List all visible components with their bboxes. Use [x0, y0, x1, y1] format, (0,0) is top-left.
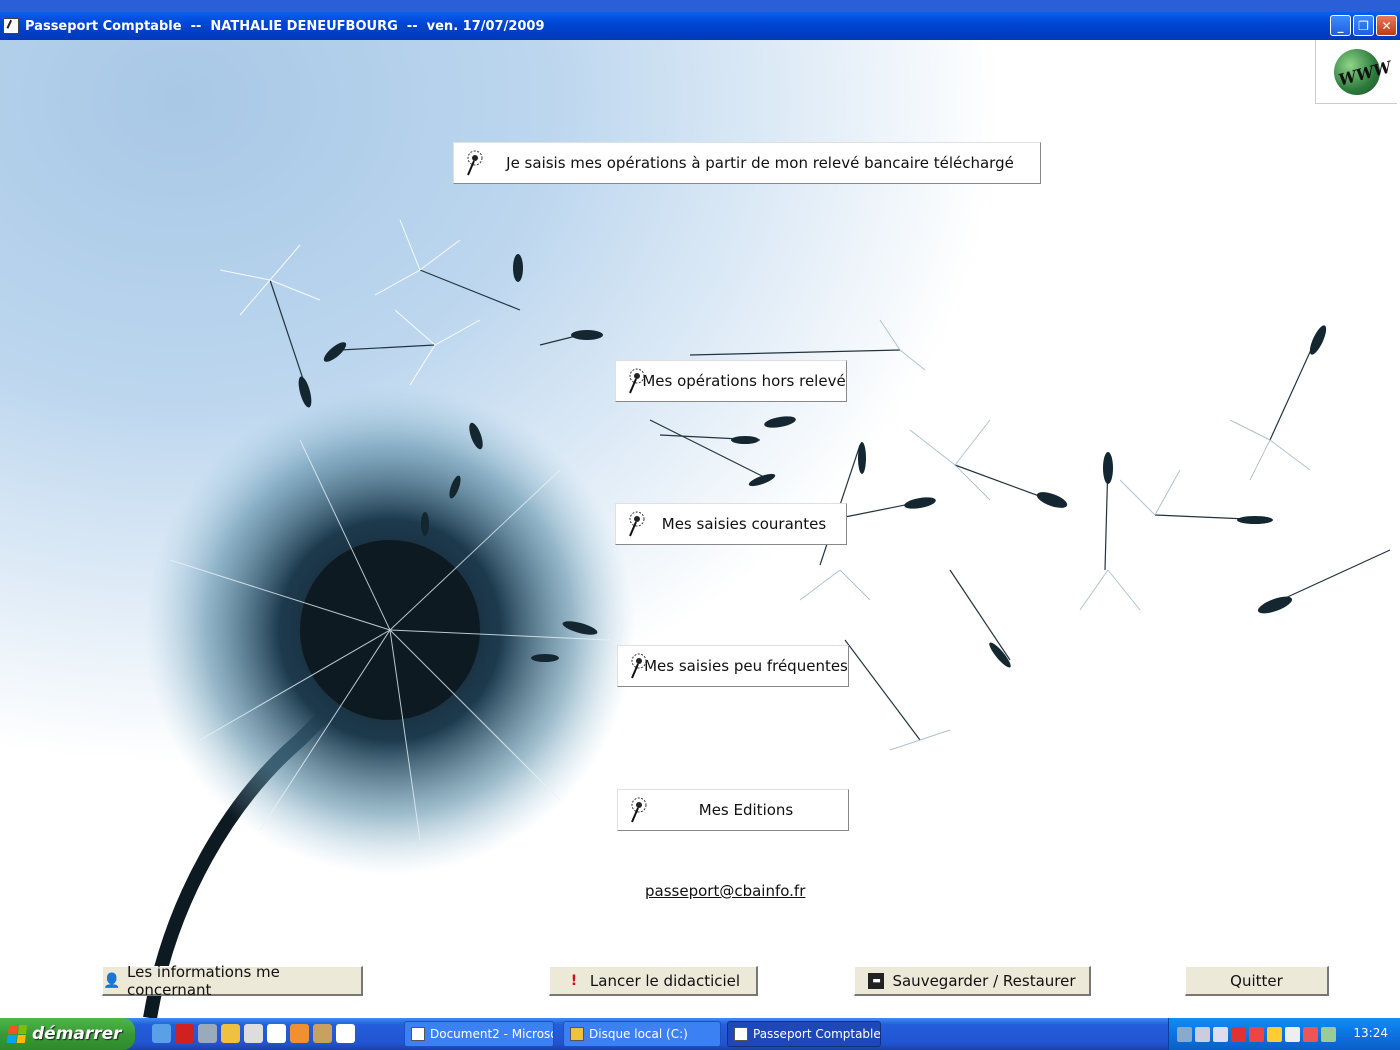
folder-icon[interactable] — [221, 1024, 240, 1043]
security-icon[interactable] — [1249, 1026, 1264, 1042]
menu-button-editions[interactable]: Mes Editions — [617, 789, 849, 831]
menu-label-saisies-courantes: Mes saisies courantes — [661, 515, 827, 533]
minimize-button[interactable]: _ — [1330, 15, 1351, 36]
wifi-icon[interactable] — [1303, 1026, 1318, 1042]
display-icon[interactable] — [1213, 1026, 1228, 1042]
top-window-edge — [0, 0, 1400, 12]
connection-icon[interactable] — [1321, 1026, 1336, 1042]
quick-launch — [152, 1024, 355, 1043]
menu-button-hors-releve[interactable]: Mes opérations hors relevé — [615, 360, 847, 402]
word-icon — [411, 1027, 425, 1041]
www-logo-text: WWW — [1335, 56, 1393, 90]
start-label: démarrer — [32, 1024, 122, 1044]
user-icon: 👤 — [103, 972, 121, 989]
archive-icon[interactable] — [313, 1024, 332, 1043]
menu-button-saisies-peu-frequentes[interactable]: Mes saisies peu fréquentes — [617, 645, 849, 687]
dandelion-shortcut-icon[interactable] — [336, 1024, 355, 1043]
dandelion-icon — [629, 511, 645, 537]
www-button[interactable]: WWW — [1315, 40, 1397, 104]
sauvegarder-label: Sauvegarder / Restaurer — [892, 971, 1076, 990]
windows-flag-icon — [6, 1025, 28, 1043]
calculator-icon[interactable] — [244, 1024, 263, 1043]
close-button[interactable]: ✕ — [1376, 15, 1397, 36]
task-label: Passeport Comptable — [753, 1027, 881, 1041]
taskbar: démarrer Document2 - Microsof... Disque … — [0, 1018, 1400, 1050]
window-title: Passeport Comptable -- NATHALIE DENEUFBO… — [25, 18, 545, 34]
dandelion-icon — [734, 1027, 748, 1041]
title-bar[interactable]: Passeport Comptable -- NATHALIE DENEUFBO… — [0, 12, 1400, 40]
update-icon[interactable] — [1267, 1026, 1282, 1042]
sauvegarder-button[interactable]: ▬ Sauvegarder / Restaurer — [854, 966, 1091, 996]
app-icon[interactable] — [3, 18, 19, 34]
dandelion-app-icon[interactable] — [267, 1024, 286, 1043]
menu-label-hors-releve: Mes opérations hors relevé — [642, 372, 846, 390]
dandelion-icon — [629, 368, 645, 394]
restore-button[interactable]: ❐ — [1353, 15, 1374, 36]
globe-icon: WWW — [1333, 48, 1393, 95]
expand-tray-icon[interactable] — [1177, 1026, 1192, 1042]
clock[interactable]: 13:24 — [1353, 1026, 1388, 1040]
printer-icon[interactable] — [198, 1024, 217, 1043]
infos-button[interactable]: 👤 Les informations me concernant — [102, 962, 363, 999]
main-area: WWW Je saisis mes opérations à partir de… — [0, 40, 1400, 1018]
start-button[interactable]: démarrer — [0, 1018, 135, 1050]
dandelion-icon — [631, 797, 647, 823]
menu-label-saisies-peu-frequentes: Mes saisies peu fréquentes — [644, 657, 848, 675]
task-disque-local[interactable]: Disque local (C:) — [563, 1021, 721, 1047]
sound-icon[interactable] — [1285, 1026, 1300, 1042]
exclamation-icon: ! — [570, 972, 578, 989]
dandelion-icon — [631, 653, 647, 679]
quitter-label: Quitter — [1230, 971, 1283, 990]
antivirus-icon[interactable] — [175, 1024, 194, 1043]
menu-label-releve-telecharge: Je saisis mes opérations à partir de mon… — [506, 154, 1014, 172]
didacticiel-button[interactable]: ! Lancer le didacticiel — [549, 966, 758, 996]
infos-label: Les informations me concernant — [127, 962, 280, 999]
quitter-button[interactable]: Quitter — [1185, 966, 1329, 996]
task-label: Disque local (C:) — [589, 1027, 688, 1041]
task-document2[interactable]: Document2 - Microsof... — [404, 1021, 554, 1047]
media-player-icon[interactable] — [290, 1024, 309, 1043]
email-link[interactable]: passeport@cbainfo.fr — [645, 882, 805, 900]
dandelion-icon — [467, 150, 483, 176]
task-label: Document2 - Microsof... — [430, 1027, 553, 1041]
menu-button-saisies-courantes[interactable]: Mes saisies courantes — [615, 503, 847, 545]
window-controls: _ ❐ ✕ — [1330, 15, 1397, 36]
antivirus-tray-icon[interactable] — [1231, 1026, 1246, 1042]
didacticiel-label: Lancer le didacticiel — [589, 971, 741, 990]
network-icon[interactable] — [1195, 1026, 1210, 1042]
menu-button-releve-telecharge[interactable]: Je saisis mes opérations à partir de mon… — [453, 142, 1041, 184]
folder-icon — [570, 1027, 584, 1041]
menu-label-editions: Mes Editions — [698, 801, 794, 819]
ie-icon[interactable] — [152, 1024, 171, 1043]
task-passeport-comptable[interactable]: Passeport Comptable — [727, 1021, 881, 1047]
floppy-disk-icon: ▬ — [868, 972, 885, 989]
